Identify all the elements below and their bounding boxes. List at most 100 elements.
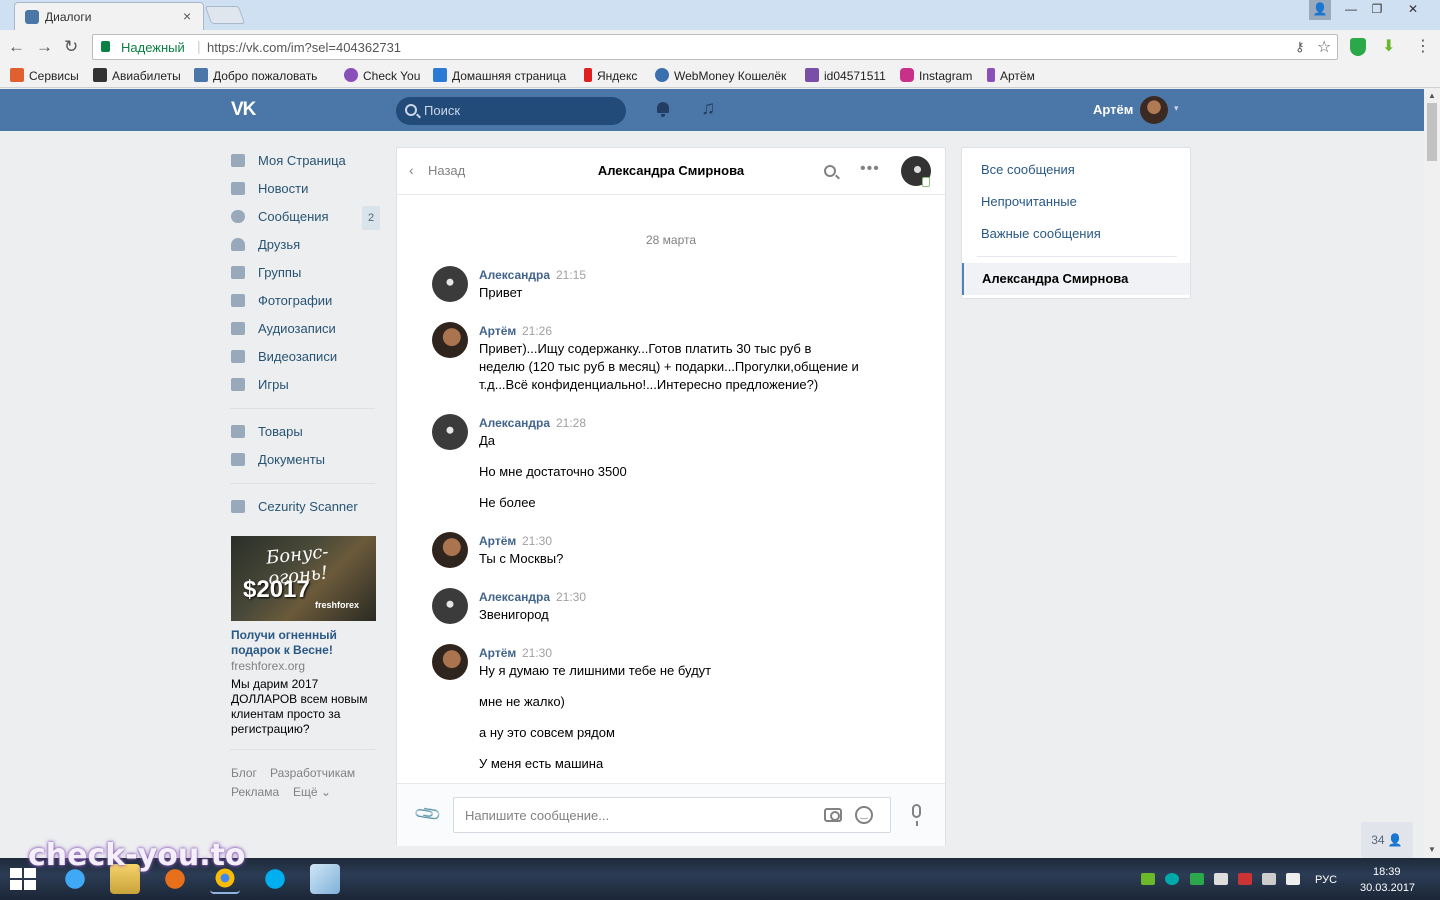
sidebar-item-cezurity[interactable]: Cezurity Scanner: [230, 494, 378, 522]
browser-tab[interactable]: Диалоги ×: [14, 2, 204, 30]
profile-icon[interactable]: 👤: [1309, 0, 1331, 20]
filter-important[interactable]: Важные сообщения: [981, 226, 1101, 241]
message-time[interactable]: 21:28: [556, 416, 586, 430]
avatar[interactable]: [432, 322, 468, 358]
ad-banner-image[interactable]: Бонус-огонь! $2017 freshforex: [231, 536, 376, 621]
avatar[interactable]: [432, 644, 468, 680]
minimize-button[interactable]: —: [1338, 0, 1364, 20]
message-author[interactable]: Артём: [479, 646, 516, 660]
tray-language[interactable]: РУС: [1315, 874, 1337, 886]
paperclip-icon[interactable]: 📎: [413, 799, 444, 829]
footer-link-more[interactable]: Ещё ⌄: [293, 785, 331, 799]
message-author[interactable]: Александра: [479, 416, 550, 430]
shield-extension-icon[interactable]: [1350, 38, 1366, 56]
tab-close-icon[interactable]: ×: [183, 8, 191, 24]
bookmark-star-icon[interactable]: ☆: [1317, 37, 1331, 57]
tray-antivirus-icon[interactable]: [1190, 873, 1204, 885]
tray-date[interactable]: 30.03.2017: [1360, 882, 1415, 894]
back-arrow-icon[interactable]: ←: [8, 37, 25, 57]
filter-all-messages[interactable]: Все сообщения: [981, 162, 1075, 177]
url-text[interactable]: https://vk.com/im?sel=404362731: [207, 40, 401, 55]
messages-counter-badge[interactable]: 2: [362, 206, 380, 230]
tray-network-icon[interactable]: [1262, 873, 1276, 885]
filter-unread[interactable]: Непрочитанные: [981, 194, 1077, 209]
avatar[interactable]: [432, 414, 468, 450]
chevron-down-icon[interactable]: ▾: [1174, 103, 1179, 114]
tray-skype-icon[interactable]: [1165, 873, 1179, 885]
footer-link-blog[interactable]: Блог: [231, 766, 257, 780]
notepad-icon[interactable]: [310, 864, 340, 894]
online-friends-counter[interactable]: 34 👤: [1361, 822, 1413, 858]
message-time[interactable]: 21:30: [522, 646, 552, 660]
download-extension-icon[interactable]: ⬇: [1382, 36, 1395, 56]
bell-icon[interactable]: [655, 101, 671, 117]
message-time[interactable]: 21:26: [522, 324, 552, 338]
message-time[interactable]: 21:30: [522, 534, 552, 548]
watermark: check-you.to: [28, 838, 246, 873]
bookmark-item[interactable]: id04571511: [805, 68, 886, 83]
tray-volume-icon[interactable]: [1286, 873, 1300, 885]
search-icon[interactable]: [824, 165, 836, 177]
close-window-button[interactable]: ✕: [1390, 0, 1436, 20]
message-input[interactable]: Напишите сообщение... ‿: [453, 797, 891, 833]
reload-icon[interactable]: ↻: [64, 37, 78, 57]
sidebar-item-groups[interactable]: Группы: [230, 260, 378, 288]
bookmark-item[interactable]: Check You: [344, 68, 420, 83]
message-author[interactable]: Александра: [479, 268, 550, 282]
sidebar-item-audio[interactable]: Аудиозаписи: [230, 316, 378, 344]
scroll-up-icon[interactable]: ▲: [1428, 91, 1436, 100]
new-tab-button[interactable]: [204, 6, 246, 24]
sidebar-item-friends[interactable]: Друзья: [230, 232, 378, 260]
bookmark-item[interactable]: Сервисы: [10, 68, 79, 83]
vk-logo[interactable]: VK: [231, 99, 265, 121]
sidebar-item-goods[interactable]: Товары: [230, 419, 378, 447]
camera-icon[interactable]: [824, 808, 842, 822]
avatar[interactable]: [432, 266, 468, 302]
bookmark-item[interactable]: Домашняя страница: [433, 68, 566, 83]
microphone-icon[interactable]: [912, 804, 921, 826]
emoji-icon[interactable]: ‿: [855, 806, 873, 824]
forward-arrow-icon[interactable]: →: [36, 37, 53, 57]
tray-tools-icon[interactable]: [1238, 873, 1252, 885]
sidebar-item-my-page[interactable]: Моя Страница: [230, 148, 378, 176]
bookmark-item[interactable]: Яндекс: [584, 68, 637, 83]
sidebar-item-news[interactable]: Новости: [230, 176, 378, 204]
message-author[interactable]: Артём: [479, 324, 516, 338]
footer-link-developers[interactable]: Разработчикам: [270, 766, 355, 780]
sidebar-item-docs[interactable]: Документы: [230, 447, 378, 475]
bookmark-item[interactable]: Артём: [987, 68, 1035, 83]
sidebar-item-video[interactable]: Видеозаписи: [230, 344, 378, 372]
scrollbar-thumb[interactable]: [1427, 103, 1437, 161]
skype-icon[interactable]: [260, 864, 290, 894]
ad-title[interactable]: Получи огненный подарок к Весне!: [231, 628, 376, 658]
sidebar-item-photos[interactable]: Фотографии: [230, 288, 378, 316]
bookmark-item[interactable]: Instagram: [900, 68, 972, 83]
message-author[interactable]: Артём: [479, 534, 516, 548]
filter-active-dialog[interactable]: Александра Смирнова: [962, 263, 1190, 295]
more-icon[interactable]: •••: [860, 160, 880, 178]
browser-menu-icon[interactable]: ⋮: [1415, 36, 1431, 56]
maximize-button[interactable]: ❐: [1364, 0, 1390, 20]
message-time[interactable]: 21:30: [556, 590, 586, 604]
music-icon[interactable]: ♫: [701, 98, 715, 120]
bookmark-item[interactable]: Авиабилеты: [93, 68, 181, 83]
sidebar-item-messages[interactable]: Сообщения: [230, 204, 378, 232]
bookmark-item[interactable]: WebMoney Кошелёк: [655, 68, 786, 83]
header-user-name[interactable]: Артём: [1093, 102, 1133, 117]
omnibox[interactable]: Надежный | https://vk.com/im?sel=4043627…: [92, 34, 1338, 60]
message-time[interactable]: 21:15: [556, 268, 586, 282]
sidebar-item-games[interactable]: Игры: [230, 372, 378, 400]
avatar[interactable]: [432, 532, 468, 568]
message-author[interactable]: Александра: [479, 590, 550, 604]
footer-link-ads[interactable]: Реклама: [231, 785, 279, 799]
tray-time[interactable]: 18:39: [1373, 866, 1401, 878]
page-scrollbar[interactable]: ▲ ▼: [1424, 89, 1440, 858]
scroll-down-icon[interactable]: ▼: [1428, 845, 1436, 854]
key-icon[interactable]: ⚷: [1295, 39, 1305, 55]
tray-app-icon[interactable]: [1141, 873, 1155, 885]
bookmark-item[interactable]: Добро пожаловать: [194, 68, 317, 83]
tray-flag-icon[interactable]: [1214, 873, 1228, 885]
avatar[interactable]: [1140, 96, 1168, 124]
avatar[interactable]: [432, 588, 468, 624]
vk-search-input[interactable]: Поиск: [396, 97, 626, 125]
